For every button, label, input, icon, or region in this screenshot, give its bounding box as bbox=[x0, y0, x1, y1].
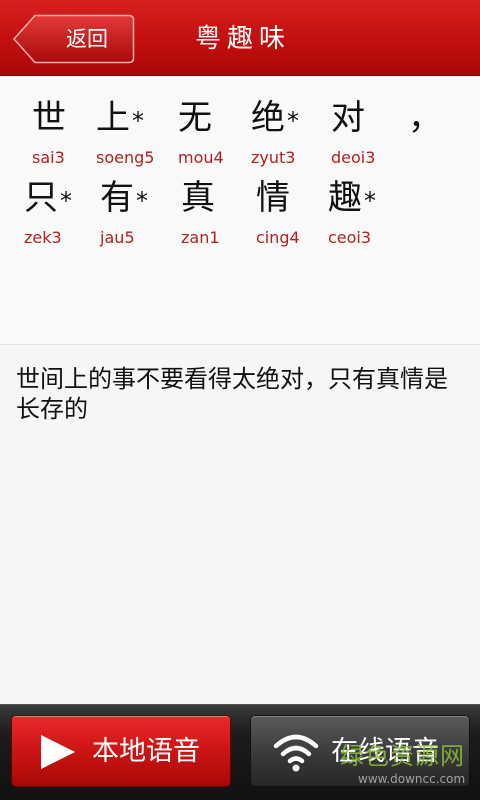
jyutping: sai3 bbox=[32, 148, 65, 167]
char-cell[interactable]: ， bbox=[408, 95, 448, 175]
char-cell[interactable]: 只 * zek3 bbox=[24, 175, 104, 255]
char: 有 bbox=[100, 178, 134, 218]
star-icon: * bbox=[287, 107, 299, 135]
jyutping: cing4 bbox=[256, 228, 300, 247]
char: 世 bbox=[32, 98, 66, 138]
title-bar: 返回 粤趣味 bbox=[0, 0, 480, 76]
char-cell[interactable]: 趣 * ceoi3 bbox=[328, 175, 408, 255]
char-cell[interactable]: 上 * soeng5 bbox=[96, 95, 176, 175]
star-icon: * bbox=[132, 107, 144, 135]
char: 趣 bbox=[328, 178, 362, 218]
jyutping: zyut3 bbox=[251, 148, 296, 167]
char: 真 bbox=[181, 178, 215, 218]
play-icon bbox=[41, 735, 75, 769]
char: 情 bbox=[256, 178, 290, 218]
watermark-url: www.downcc.com bbox=[358, 772, 466, 786]
jyutping: jau5 bbox=[100, 228, 135, 247]
page-title: 粤趣味 bbox=[194, 24, 291, 54]
jyutping: mou4 bbox=[178, 148, 224, 167]
char-cell[interactable]: 情 cing4 bbox=[256, 175, 336, 255]
char-cell[interactable]: 无 mou4 bbox=[178, 95, 258, 175]
star-icon: * bbox=[60, 187, 72, 215]
local-voice-button[interactable]: 本地语音 bbox=[11, 715, 231, 787]
char-cell[interactable]: 有 * jau5 bbox=[100, 175, 180, 255]
char-cell[interactable]: 真 zan1 bbox=[181, 175, 261, 255]
phrase-row-1: 世 sai3 上 * soeng5 无 mou4 绝 * zyut3 对 deo… bbox=[0, 95, 480, 175]
jyutping: zan1 bbox=[181, 228, 220, 247]
watermark: 绿色资源网 www.downcc.com bbox=[340, 742, 472, 796]
char: 上 bbox=[96, 98, 130, 138]
char: 无 bbox=[178, 98, 212, 138]
star-icon: * bbox=[364, 187, 376, 215]
char: 绝 bbox=[251, 98, 285, 138]
jyutping: deoi3 bbox=[331, 148, 376, 167]
local-voice-label: 本地语音 bbox=[92, 736, 200, 767]
char: 只 bbox=[24, 178, 58, 218]
star-icon: * bbox=[136, 187, 148, 215]
jyutping: soeng5 bbox=[96, 148, 155, 167]
char-cell[interactable]: 对 deoi3 bbox=[331, 95, 411, 175]
phrase-row-2: 只 * zek3 有 * jau5 真 zan1 情 cing4 趣 * ceo… bbox=[0, 175, 480, 255]
char: ， bbox=[408, 98, 442, 138]
meaning-text: 世间上的事不要看得太绝对，只有真情是长存的 bbox=[16, 365, 448, 423]
char: 对 bbox=[331, 98, 365, 138]
jyutping: ceoi3 bbox=[328, 228, 372, 247]
watermark-text: 绿色资源网 bbox=[340, 742, 465, 770]
char-cell[interactable]: 绝 * zyut3 bbox=[251, 95, 331, 175]
phrase-panel: 世 sai3 上 * soeng5 无 mou4 绝 * zyut3 对 deo… bbox=[0, 77, 480, 345]
jyutping: zek3 bbox=[24, 228, 62, 247]
wifi-icon bbox=[273, 734, 319, 772]
